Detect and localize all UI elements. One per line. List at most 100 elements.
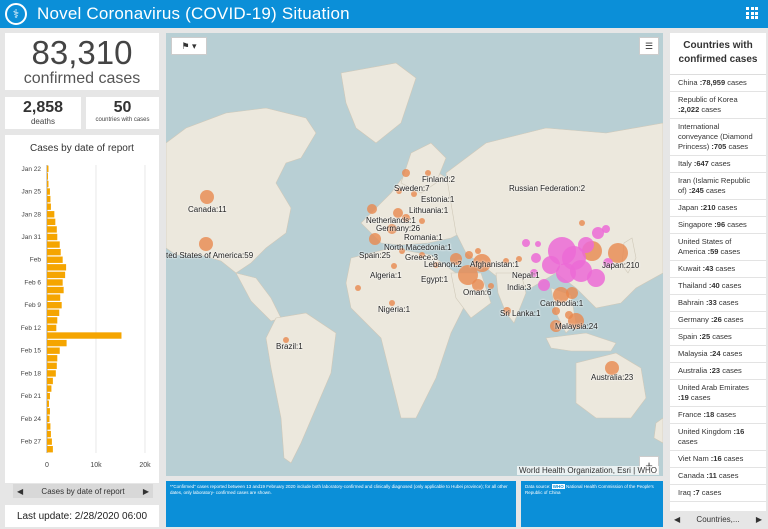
country-list-item[interactable]: Bahrain :33 cases — [670, 295, 766, 312]
country-list-item[interactable]: Iran (Islamic Republic of) :245 cases — [670, 173, 766, 200]
country-list-item[interactable]: Malaysia :24 cases — [670, 346, 766, 363]
chevron-right-icon[interactable]: ▶ — [756, 515, 762, 524]
country-list-item[interactable]: Singapore :96 cases — [670, 217, 766, 234]
chart-bar[interactable] — [47, 362, 57, 370]
chart-bar[interactable] — [47, 324, 57, 332]
chart-bar[interactable] — [47, 415, 50, 423]
list-icon: ☰ — [644, 40, 654, 51]
chevron-left-icon[interactable]: ◀ — [17, 487, 23, 496]
chart-bar[interactable] — [47, 286, 64, 294]
y-tick-label: Jan 25 — [21, 189, 41, 196]
chart-bar[interactable] — [47, 203, 51, 210]
chart-bar[interactable] — [47, 294, 61, 301]
country-list-item[interactable]: Iraq :7 cases — [670, 485, 766, 502]
country-list-item[interactable]: China :78,959 cases — [670, 75, 766, 92]
country-count: :705 — [711, 142, 727, 151]
country-name: Malaysia — [678, 349, 710, 358]
chart-bar[interactable] — [47, 446, 53, 453]
basemap-toggle-button[interactable]: ⚑ ▾ — [171, 37, 207, 55]
country-list-item[interactable]: Australia :23 cases — [670, 363, 766, 380]
chart-bar[interactable] — [47, 400, 49, 407]
country-name: Canada — [678, 471, 707, 480]
countries-footer-label: Countries,... — [696, 514, 740, 524]
label-spain: Spain:25 — [359, 251, 391, 260]
country-list-item[interactable]: United States of America :59 cases — [670, 234, 766, 261]
country-count: :59 — [707, 247, 719, 256]
chart-bar[interactable] — [47, 256, 63, 263]
country-list-item[interactable]: Japan :210 cases — [670, 200, 766, 217]
countries-list[interactable]: China :78,959 cases Republic of Korea :2,… — [670, 75, 766, 502]
country-unit: cases — [725, 78, 747, 87]
country-list-item[interactable]: Italy :647 cases — [670, 156, 766, 173]
chart-bar[interactable] — [47, 302, 62, 309]
country-list-item[interactable]: International conveyance (Diamond Prince… — [670, 119, 766, 156]
country-list-item[interactable]: Spain :25 cases — [670, 329, 766, 346]
country-unit: cases — [725, 220, 747, 229]
chart-title: Cases by date of report — [30, 143, 134, 154]
chart-bar[interactable] — [47, 165, 49, 172]
x-tick-label: 20k — [139, 462, 151, 469]
country-unit: cases — [720, 366, 742, 375]
country-list-item[interactable]: United Arab Emirates :19 cases — [670, 380, 766, 407]
chevron-right-icon[interactable]: ▶ — [143, 487, 149, 496]
chart-bar[interactable] — [47, 248, 61, 256]
y-tick-label: Feb 6 — [24, 279, 41, 286]
chart-bar[interactable] — [47, 226, 57, 233]
chart-bar[interactable] — [47, 180, 49, 188]
chart-bar[interactable] — [47, 430, 51, 438]
label-cambodia: Cambodia:1 — [540, 299, 584, 308]
country-list-item[interactable]: United Kingdom :16 cases — [670, 424, 766, 451]
label-sweden: Sweden:7 — [394, 184, 430, 193]
chart-bar[interactable] — [47, 408, 50, 415]
country-count: :23 — [709, 366, 721, 375]
country-unit: cases — [688, 393, 711, 402]
country-list-item[interactable]: Germany :26 cases — [670, 312, 766, 329]
y-tick-label: Feb 9 — [24, 302, 41, 309]
legend-list-button[interactable]: ☰ — [639, 37, 659, 55]
chart-bar[interactable] — [47, 355, 58, 362]
x-tick-label: 0 — [45, 462, 49, 469]
country-unit: cases — [720, 349, 743, 358]
chart-bar[interactable] — [47, 279, 63, 286]
country-name: Republic of Korea — [678, 95, 738, 104]
label-canada: Canada:11 — [188, 205, 227, 214]
chart-bar[interactable] — [47, 377, 53, 385]
country-list-item[interactable]: France :18 cases — [670, 407, 766, 424]
country-name: Thailand — [678, 281, 709, 290]
chart-bar[interactable] — [47, 317, 58, 324]
chart-bar[interactable] — [47, 347, 60, 354]
chart-bar[interactable] — [47, 211, 55, 218]
chart-bar[interactable] — [47, 332, 122, 339]
app-menu-icon[interactable] — [746, 7, 758, 19]
chart-bar[interactable] — [47, 188, 50, 195]
chart-bar[interactable] — [47, 233, 58, 241]
chart-bar[interactable] — [47, 423, 51, 430]
chart-bar[interactable] — [47, 218, 56, 226]
chart-bar[interactable] — [47, 241, 60, 248]
chart-bar[interactable] — [47, 173, 48, 180]
label-afghanistan: Afghanistan:1 — [470, 260, 519, 269]
deaths-card: 2,858 deaths — [5, 97, 81, 129]
chart-bar[interactable] — [47, 264, 67, 271]
country-count: :16 — [710, 454, 722, 463]
who-badge: WHO — [551, 484, 565, 489]
chart-bar[interactable] — [47, 385, 52, 392]
chart-bar[interactable] — [47, 392, 50, 400]
country-list-item[interactable]: Republic of Korea :2,022 cases — [670, 92, 766, 119]
chevron-left-icon[interactable]: ◀ — [674, 515, 680, 524]
country-list-item[interactable]: Thailand :40 cases — [670, 278, 766, 295]
country-list-item[interactable]: Viet Nam :16 cases — [670, 451, 766, 468]
chart-bar[interactable] — [47, 438, 52, 445]
chart-bar[interactable] — [47, 339, 67, 347]
chart-bar[interactable] — [47, 309, 60, 316]
chart-bar[interactable] — [47, 195, 51, 203]
world-map[interactable]: ⚑ ▾ ☰ Finland:2 Sweden:7 Estonia:1 Russian … — [166, 33, 663, 476]
chart-bar[interactable] — [47, 370, 56, 377]
data-source-prefix: Data source: — [525, 484, 551, 489]
label-germany: Germany:26 — [376, 224, 421, 233]
chart-bar[interactable] — [47, 271, 66, 279]
country-list-item[interactable]: Kuwait :43 cases — [670, 261, 766, 278]
country-list-item[interactable]: Canada :11 cases — [670, 468, 766, 485]
country-count: :25 — [699, 332, 711, 341]
country-unit: cases — [715, 203, 738, 212]
